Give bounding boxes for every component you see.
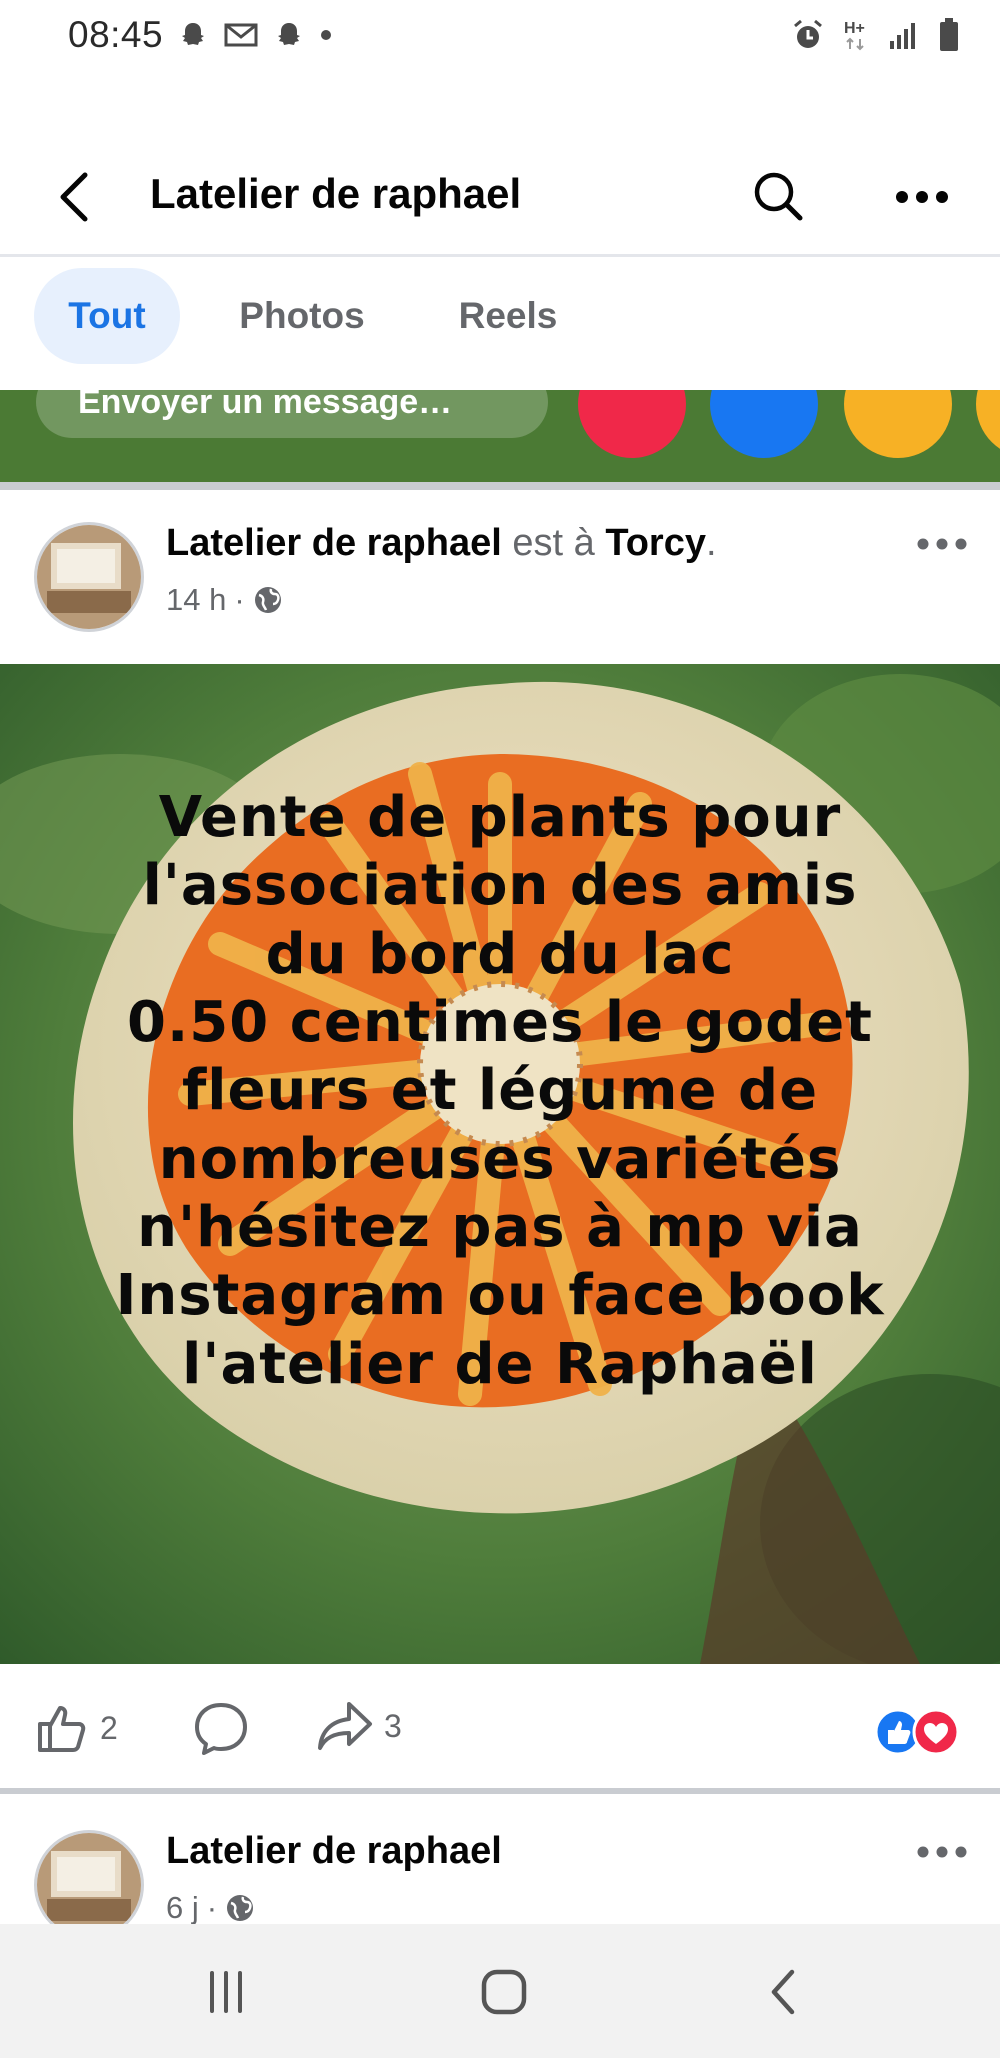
share-button[interactable]: 3 <box>316 1700 402 1752</box>
next-post-more-button[interactable] <box>912 1832 972 1872</box>
shop-photo-icon <box>37 1833 141 1937</box>
header-divider <box>0 254 1000 257</box>
status-right: H+ <box>790 17 960 53</box>
search-icon <box>754 172 803 221</box>
home-button[interactable] <box>464 1954 544 2030</box>
globe-icon <box>254 587 281 613</box>
next-post-author[interactable]: Latelier de raphael <box>166 1830 502 1873</box>
back-arrow-icon <box>60 172 88 222</box>
post-author-line: Latelier de raphael est à Torcy. <box>166 522 717 565</box>
recent-apps-button[interactable] <box>186 1954 266 2030</box>
share-icon <box>318 1702 372 1750</box>
network-h-plus-icon: H+ <box>842 17 872 53</box>
post-more-button[interactable] <box>912 524 972 564</box>
home-icon <box>481 1969 527 2015</box>
reaction-icons <box>874 1708 960 1756</box>
status-time: 08:45 <box>68 14 164 55</box>
back-button[interactable] <box>46 168 104 226</box>
section-divider <box>0 482 1000 490</box>
dot-icon <box>319 28 333 42</box>
comment-button[interactable] <box>192 1700 250 1758</box>
like-button[interactable]: 2 <box>34 1700 118 1756</box>
back-icon <box>771 1969 795 2015</box>
more-options-button[interactable] <box>892 168 952 226</box>
more-horizontal-icon <box>896 191 948 203</box>
like-count: 2 <box>100 1709 118 1746</box>
post-image[interactable]: Vente de plants pour l'association des a… <box>0 664 1000 1664</box>
tab-reels[interactable]: Reels <box>428 268 588 364</box>
location-prefix: est à <box>512 522 595 564</box>
system-nav-bar <box>0 1924 1000 2058</box>
comment-icon <box>195 1703 247 1755</box>
avatar[interactable] <box>34 522 144 632</box>
share-count: 3 <box>384 1707 402 1744</box>
post-time: 14 h <box>166 582 227 617</box>
svg-text:H+: H+ <box>844 20 865 37</box>
story-reply-strip: Envoyer un message… <box>0 390 1000 482</box>
post-author[interactable]: Latelier de raphael <box>166 522 502 564</box>
gmail-icon <box>223 21 259 49</box>
status-left: 08:45 <box>68 14 333 56</box>
next-post-time: 6 j <box>166 1890 199 1925</box>
tab-bar: Tout Photos Reels <box>0 268 1000 364</box>
post-location[interactable]: Torcy <box>605 522 706 564</box>
love-reaction-icon[interactable] <box>578 390 686 458</box>
status-bar: 08:45 H+ <box>0 0 1000 70</box>
location-suffix: . <box>706 522 717 564</box>
signal-icon <box>888 19 922 51</box>
reactions-summary[interactable] <box>872 1706 964 1758</box>
tab-all[interactable]: Tout <box>34 268 180 364</box>
recent-apps-icon <box>210 1971 242 2013</box>
like-reaction-icon[interactable] <box>710 390 818 458</box>
snapchat-icon <box>177 19 209 51</box>
search-button[interactable] <box>748 166 808 226</box>
snapchat-icon <box>273 19 305 51</box>
tab-photos[interactable]: Photos <box>218 268 386 364</box>
more-horizontal-icon <box>917 1846 967 1858</box>
app-header: Latelier de raphael <box>0 150 1000 244</box>
more-reaction-icon[interactable] <box>976 390 1000 458</box>
meta-separator: · <box>234 582 245 617</box>
meta-separator: · <box>206 1890 218 1925</box>
battery-icon <box>938 17 960 53</box>
system-back-button[interactable] <box>744 1954 824 2030</box>
post-separator <box>0 1788 1000 1794</box>
haha-reaction-icon[interactable] <box>844 390 952 458</box>
post-caption: Vente de plants pour l'association des a… <box>115 785 885 1397</box>
page-title: Latelier de raphael <box>150 170 522 217</box>
globe-icon <box>227 1895 254 1921</box>
send-message-input[interactable]: Envoyer un message… <box>36 390 548 438</box>
thumbs-up-icon <box>38 1706 86 1752</box>
next-post-meta: 6 j · <box>166 1890 255 1926</box>
post-meta: 14 h · <box>166 582 283 618</box>
shop-photo-icon <box>37 525 141 629</box>
more-horizontal-icon <box>917 538 967 550</box>
post-action-bar: 2 3 <box>0 1680 1000 1782</box>
alarm-icon <box>790 17 826 53</box>
